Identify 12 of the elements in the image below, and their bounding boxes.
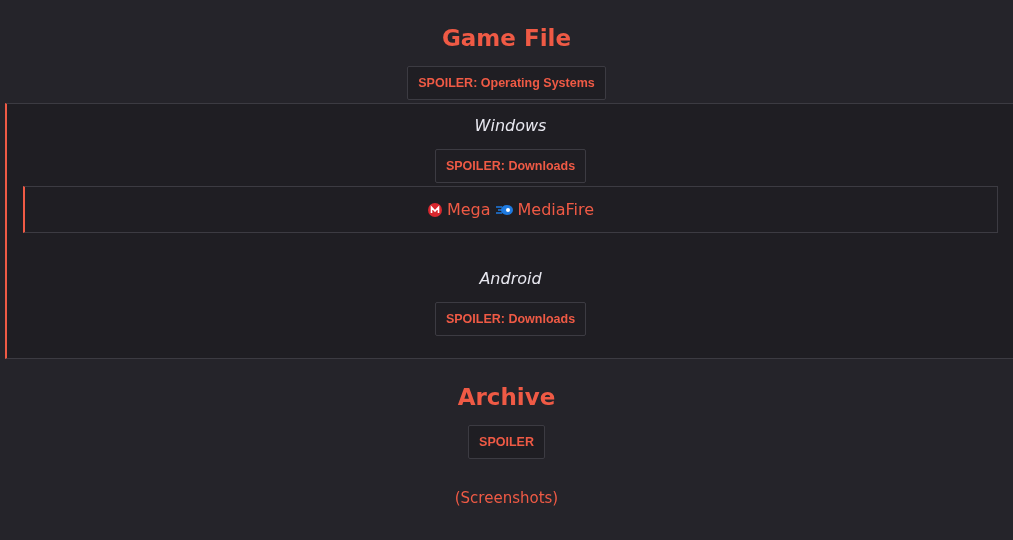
screenshots-link[interactable]: (Screenshots) — [454, 489, 559, 507]
platform-title: Android — [479, 269, 542, 288]
spoiler-button[interactable]: SPOILER: Downloads — [434, 149, 587, 183]
spoiler-button[interactable]: SPOILER: Operating Systems — [407, 66, 606, 100]
spoiler-button[interactable]: SPOILER — [468, 425, 545, 459]
platform-title: Windows — [474, 116, 547, 135]
mega-icon — [427, 202, 442, 217]
download-link[interactable]: Mega — [446, 200, 491, 219]
section-heading: Game File — [441, 24, 572, 52]
spoiler-button[interactable]: SPOILER: Downloads — [434, 302, 587, 336]
section-heading: Archive — [457, 383, 556, 411]
download-link[interactable]: MediaFire — [517, 200, 595, 219]
